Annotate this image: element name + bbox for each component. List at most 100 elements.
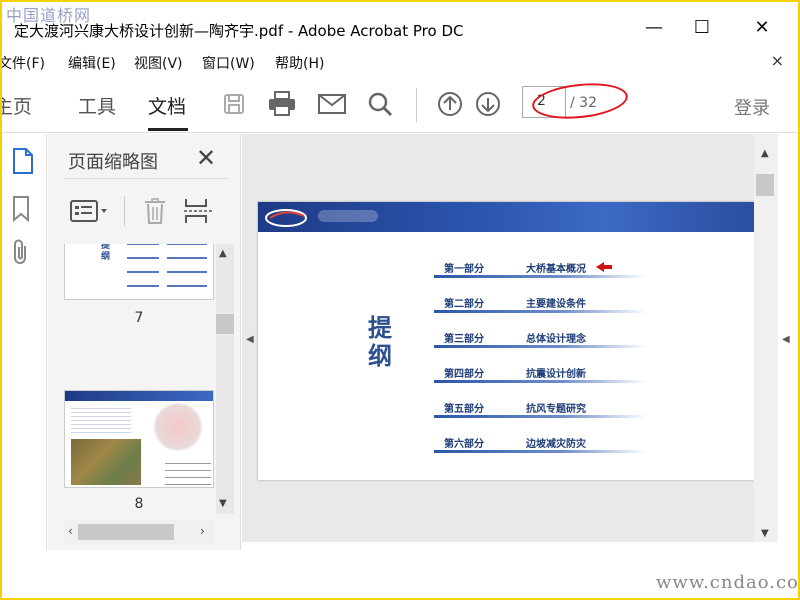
scroll-down-arrow-icon[interactable]: ▼ [219,498,227,509]
outline-row: 第二部分 主要建设条件 [434,295,648,315]
collapse-left-pane-icon[interactable]: ◀ [246,334,254,345]
outline-underline [434,380,648,383]
title-bar: 定大渡河兴康大桥设计创新—陶齐宇.pdf - Adobe Acrobat Pro… [2,2,798,48]
thumbnail-line [167,257,207,259]
toolbar-divider [416,88,417,122]
minimize-icon: — [645,16,663,38]
thumbnail-page-number: 7 [134,310,144,326]
thumbnail-map-image [71,439,141,485]
menu-help[interactable]: 帮助(H) [275,53,324,73]
thumbnail-text-block [71,405,131,435]
red-arrow-tail [603,265,612,269]
thumbnails-pane: 页面缩略图 ✕ 提纲 7 8 ▲ ▼ ‹ › [48,134,241,550]
outline-part: 第三部分 [444,334,484,345]
slide-heading: 提 纲 [366,314,394,370]
email-icon[interactable] [318,90,346,118]
outline-row: 第四部分 抗震设计创新 [434,365,648,385]
thumbnail-diagram [151,403,205,451]
app-window: 中国道桥网 定大渡河兴康大桥设计创新—陶齐宇.pdf - Adobe Acrob… [0,0,800,600]
scroll-left-arrow-icon[interactable]: ‹ [68,524,73,538]
outline-part: 第四部分 [444,369,484,380]
outline-underline [434,415,648,418]
outline-desc: 总体设计理念 [526,334,586,345]
pane-divider [64,178,228,179]
bookmark-icon[interactable] [12,196,30,226]
attachment-icon[interactable] [12,238,30,270]
close-window-button[interactable]: ✕ [744,14,780,40]
outline-part: 第二部分 [444,299,484,310]
maximize-button[interactable]: ☐ [684,14,720,40]
document-vertical-scrollbar[interactable]: ▲ ▼ [754,134,778,542]
outline-underline [434,310,648,313]
thumbnail-line [127,285,159,287]
expand-right-pane-icon[interactable]: ◀ [782,334,790,345]
delete-page-icon[interactable] [144,198,166,228]
thumbnail-line [167,285,207,287]
close-document-button[interactable]: × [771,51,784,70]
close-pane-icon[interactable]: ✕ [196,144,216,172]
page-up-icon[interactable] [436,90,464,118]
outline-row: 第三部分 总体设计理念 [434,330,648,350]
tab-tools[interactable]: 工具 [78,92,116,119]
scrollbar-thumb[interactable] [216,314,234,334]
menu-file[interactable]: 文件(F) [2,53,45,73]
menu-edit[interactable]: 编辑(E) [68,53,116,73]
maximize-icon: ☐ [693,16,711,38]
thumbnail-page-7[interactable]: 提纲 [64,244,214,300]
page-down-icon[interactable] [474,90,502,118]
slide-banner [258,202,754,232]
thumbnails-pane-title: 页面缩略图 [68,152,158,173]
tab-home[interactable]: 主页 [2,92,32,119]
watermark-top: 中国道桥网 [6,6,92,25]
scroll-up-arrow-icon[interactable]: ▲ [219,248,227,259]
thumbnail-list[interactable]: 提纲 7 8 [64,244,214,514]
document-view[interactable]: ◀ 提 纲 第一部分 大桥基本概况 第二部分 主要建设条件 第三部分 总体设计理… [242,134,778,542]
minimize-button[interactable]: — [636,14,672,40]
scroll-right-arrow-icon[interactable]: › [200,524,205,538]
outline-underline [434,450,648,453]
thumbnail-banner [65,391,213,401]
save-icon[interactable] [220,90,248,118]
thumbnail-line [127,244,159,245]
login-button[interactable]: 登录 [734,94,770,120]
menu-bar: 文件(F) 编辑(E) 视图(V) 窗口(W) 帮助(H) × [2,50,798,74]
close-icon: ✕ [754,16,770,38]
outline-row: 第五部分 抗风专题研究 [434,400,648,420]
right-pane-rail: ◀ [778,134,798,550]
outline-underline [434,345,648,348]
thumbnail-horizontal-scrollbar[interactable]: ‹ › [64,520,214,544]
scroll-down-arrow-icon[interactable]: ▼ [761,528,769,539]
thumbnail-options-icon[interactable] [70,200,110,226]
scrollbar-thumb[interactable] [756,174,774,196]
crop-page-icon[interactable] [184,198,212,228]
banner-decoration [318,210,378,222]
tab-document[interactable]: 文档 [148,92,186,119]
outline-part: 第一部分 [444,264,484,275]
outline-desc: 抗风专题研究 [526,404,586,415]
print-icon[interactable] [268,90,296,118]
left-tool-rail [2,134,47,550]
scrollbar-thumb[interactable] [78,524,174,540]
pdf-page: 提 纲 第一部分 大桥基本概况 第二部分 主要建设条件 第三部分 总体设计理念 [258,202,754,480]
scroll-up-arrow-icon[interactable]: ▲ [761,148,769,159]
outline-part: 第五部分 [444,404,484,415]
thumbnail-page-number: 8 [134,496,144,512]
outline-desc: 主要建设条件 [526,299,586,310]
menu-window[interactable]: 窗口(W) [202,53,255,73]
company-logo [265,209,307,227]
page-thumbnails-icon[interactable] [12,148,34,178]
outline-row: 第一部分 大桥基本概况 [434,260,648,280]
thumbnail-page-8[interactable] [64,390,214,488]
outline-part: 第六部分 [444,439,484,450]
active-tab-indicator [148,128,188,131]
outline-desc: 边坡减灾防灾 [526,439,586,450]
search-icon[interactable] [366,90,394,118]
thumbnail-vertical-scrollbar[interactable]: ▲ ▼ [216,244,234,514]
menu-view[interactable]: 视图(V) [134,53,183,73]
thumbnail-line [127,257,159,259]
outline-row: 第六部分 边坡减灾防灾 [434,435,648,455]
thumbnail-table [165,457,211,485]
slide-heading-char: 纲 [368,341,392,370]
thumbnail-line [167,244,207,245]
watermark-bottom: www.cndao.com [656,572,799,593]
